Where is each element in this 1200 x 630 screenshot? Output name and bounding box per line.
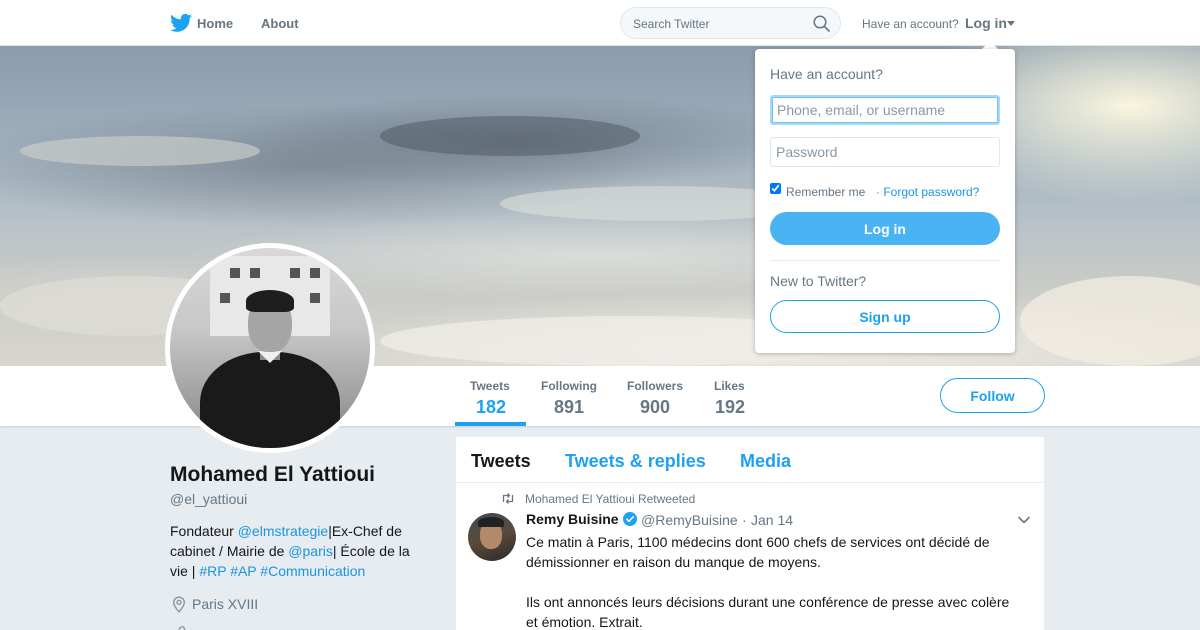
login-dropdown: Have an account? Remember me · Forgot pa… [755,49,1015,353]
avatar-building-window [230,268,240,278]
tweet-author-avatar[interactable] [468,513,516,561]
search-icon[interactable] [813,15,830,32]
login-menu-button[interactable]: Log in [965,15,1007,31]
dropdown-divider [770,260,1000,261]
stat-likes[interactable]: Likes 192 [714,379,745,418]
have-account-text: Have an account? [862,17,959,31]
stat-followers-label: Followers [627,379,684,393]
signup-button[interactable]: Sign up [770,300,1000,333]
chevron-down-icon[interactable] [1018,516,1030,524]
tweet-author-name[interactable]: Remy Buisine [526,511,619,527]
avatar-building-window [310,268,320,278]
tab-tweets-and-replies[interactable]: Tweets & replies [565,451,706,472]
bio-text: Fondateur [170,523,238,539]
tweet-paragraph: Ils ont annoncés leurs décisions durant … [526,594,1010,630]
profile-bio: Fondateur @elmstrategie|Ex-Chef de cabin… [170,521,430,581]
top-navigation: Home About Have an account? Log in [0,0,1200,46]
forgot-password-link[interactable]: · Forgot password? [876,185,979,199]
tweet-paragraph: Ce matin à Paris, 1100 médecins dont 600… [526,534,990,570]
remember-me-label[interactable]: Remember me [786,185,865,199]
tweet-text: Ce matin à Paris, 1100 médecins dont 600… [526,532,1016,630]
banner-cloud [20,136,260,166]
timeline: Tweets Tweets & replies Media Mohamed El… [456,437,1044,630]
verified-badge-icon [623,512,637,526]
tab-media[interactable]: Media [740,451,791,472]
avatar-building-window [250,268,260,278]
caret-down-icon[interactable] [1007,21,1015,26]
follow-button[interactable]: Follow [940,378,1045,413]
stat-following-value: 891 [554,397,585,417]
tab-tweets[interactable]: Tweets [471,451,531,472]
retweet-icon [502,493,514,504]
stat-likes-value: 192 [715,397,746,417]
profile-handle[interactable]: @el_yattioui [170,491,247,507]
dropdown-title: Have an account? [770,66,883,82]
search-input[interactable] [633,14,803,34]
password-input[interactable] [770,137,1000,167]
remember-me-checkbox[interactable] [770,183,781,194]
avatar-person-body [200,352,340,448]
stat-followers[interactable]: Followers 900 [627,379,683,418]
stat-tweets-value: 182 [476,397,507,417]
avatar[interactable] [165,243,375,453]
bio-mention-link[interactable]: @elmstrategie [238,523,328,539]
tweet-avatar-cap [478,517,504,527]
avatar-building-window [220,293,230,303]
banner-cloud [380,116,640,156]
stat-tweets-label: Tweets [470,379,510,393]
bio-hashtag-link[interactable]: #RP [199,563,226,579]
twitter-bird-icon[interactable] [170,13,192,33]
tweet-timestamp[interactable]: Jan 14 [751,512,793,528]
bio-mention-link[interactable]: @paris [288,543,333,559]
avatar-photo [170,248,370,448]
bio-hashtag-link[interactable]: #AP [230,563,256,579]
link-icon [178,626,186,630]
retweet-notice[interactable]: Mohamed El Yattioui Retweeted [525,492,695,506]
avatar-person-hair [246,290,294,312]
bio-hashtag-link[interactable]: #Communication [260,563,365,579]
username-input[interactable] [770,95,1000,125]
new-to-twitter-text: New to Twitter? [770,273,867,289]
tweet-author-handle[interactable]: @RemyBuisine [641,512,738,528]
location-pin-icon [172,596,186,613]
search-box[interactable] [620,7,841,39]
banner-cloud [1020,276,1200,366]
stat-following-label: Following [541,379,597,393]
stat-likes-label: Likes [714,379,745,393]
profile-name[interactable]: Mohamed El Yattioui [170,463,375,487]
nav-home-link[interactable]: Home [197,16,233,31]
profile-location: Paris XVIII [192,596,259,612]
timeline-tabs: Tweets Tweets & replies Media [456,437,1044,483]
stat-tweets[interactable]: Tweets 182 [470,379,510,418]
nav-about-link[interactable]: About [261,16,299,31]
active-tab-indicator [455,422,526,426]
login-submit-button[interactable]: Log in [770,212,1000,245]
tweet-separator: · [742,512,747,528]
avatar-building-window [290,268,300,278]
stat-following[interactable]: Following 891 [541,379,597,418]
avatar-building-window [310,293,320,303]
stat-followers-value: 900 [640,397,671,417]
